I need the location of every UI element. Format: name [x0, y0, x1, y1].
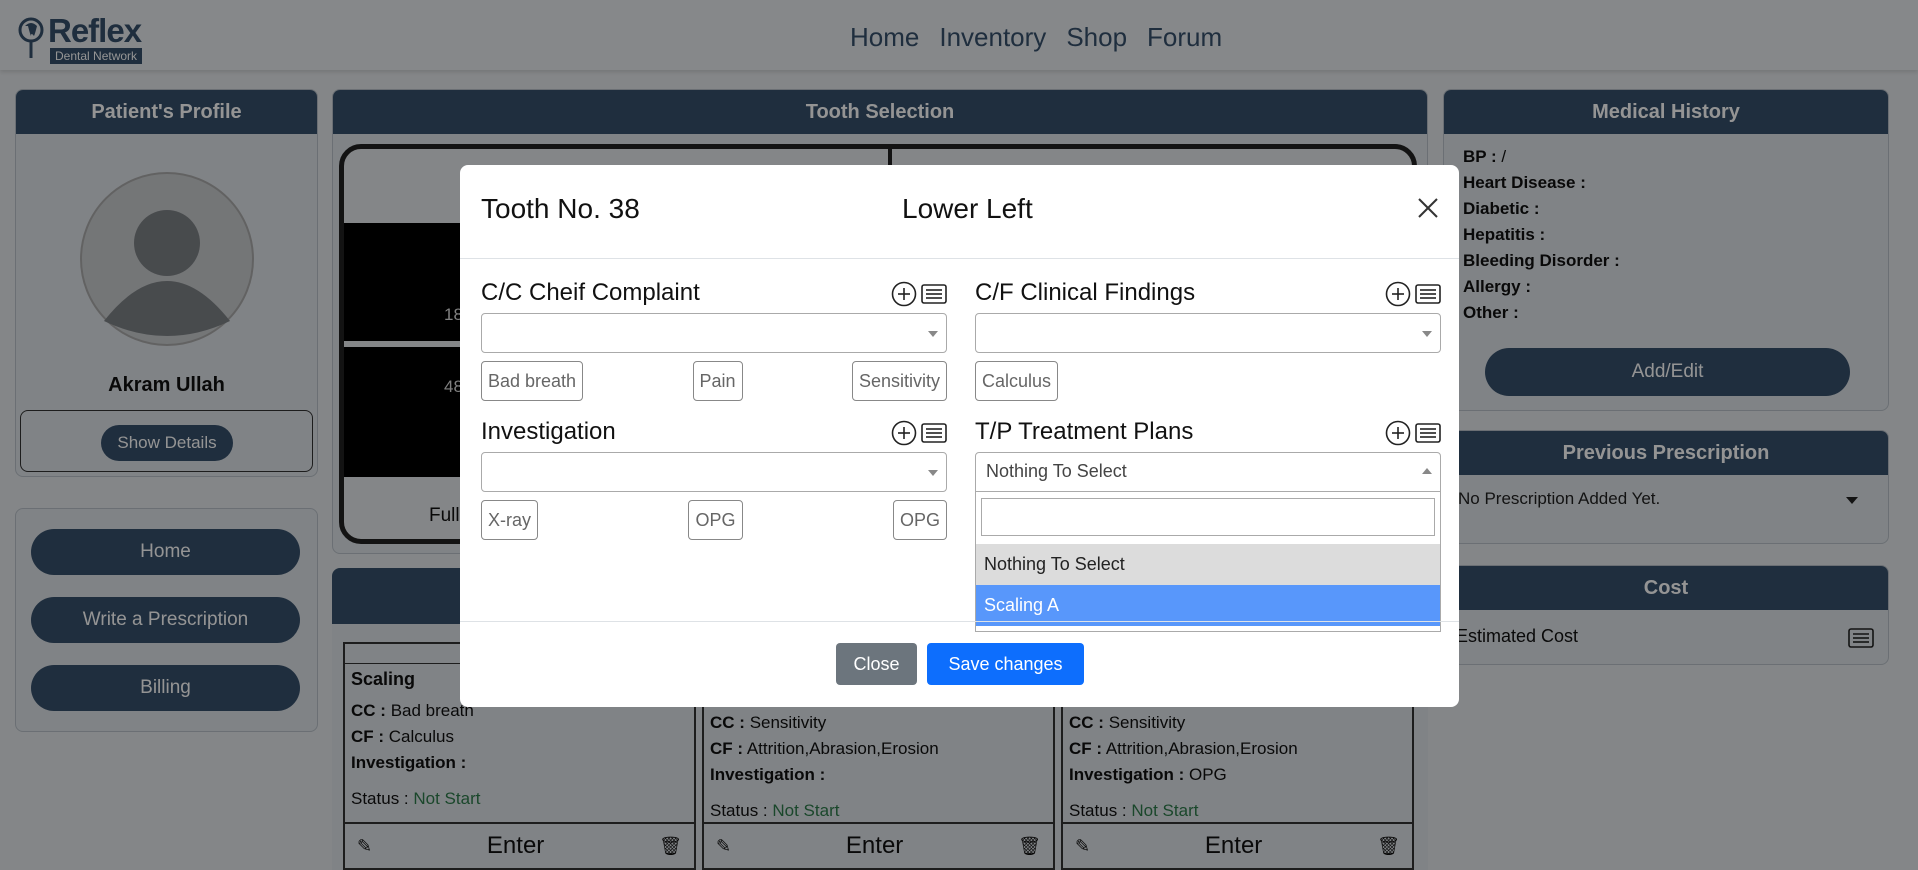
list-icon[interactable] [1415, 284, 1441, 304]
clinical-findings-title: C/F Clinical Findings [975, 279, 1196, 306]
clinical-findings-actions [1385, 281, 1441, 307]
clinical-findings-section: C/F Clinical Findings Calculus [975, 279, 1441, 409]
chief-complaint-title: C/C Cheif Complaint [481, 279, 700, 306]
add-circle-icon[interactable] [891, 420, 917, 446]
treatment-plans-dropdown: Nothing To Select Scaling A [975, 492, 1441, 632]
chip-opg[interactable]: OPG [892, 500, 947, 540]
dropdown-option-highlighted[interactable]: Scaling A [976, 585, 1440, 626]
add-circle-icon[interactable] [1385, 281, 1411, 307]
chief-complaint-actions [891, 281, 947, 307]
chief-complaint-select[interactable] [481, 313, 947, 353]
caret-up-icon [1422, 468, 1432, 474]
chief-complaint-section: C/C Cheif Complaint Bad breath Pain Sens… [481, 279, 947, 409]
chip-calculus[interactable]: Calculus [975, 361, 1059, 401]
caret-down-icon [1422, 331, 1432, 337]
treatment-plans-section: T/P Treatment Plans Nothing To Select No… [975, 418, 1441, 638]
list-icon[interactable] [1415, 423, 1441, 443]
modal-title: Tooth No. 38 [481, 193, 640, 224]
chief-complaint-chips: Bad breath Pain Sensitivity [481, 361, 947, 401]
treatment-plans-select[interactable]: Nothing To Select [975, 452, 1441, 492]
chip-opg[interactable]: OPG [688, 500, 743, 540]
dropdown-option[interactable]: Nothing To Select [976, 544, 1440, 585]
treatment-plans-actions [1385, 420, 1441, 446]
save-changes-button[interactable]: Save changes [927, 643, 1084, 685]
investigation-section: Investigation X-ray OPG OPG [481, 418, 947, 548]
treatment-plans-selected: Nothing To Select [986, 461, 1127, 481]
add-circle-icon[interactable] [891, 281, 917, 307]
list-icon[interactable] [921, 423, 947, 443]
investigation-chips: X-ray OPG OPG [481, 500, 947, 540]
modal-region: Lower Left [902, 193, 1033, 224]
investigation-select[interactable] [481, 452, 947, 492]
caret-down-icon [928, 470, 938, 476]
close-icon[interactable] [1417, 197, 1439, 219]
treatment-plans-title: T/P Treatment Plans [975, 418, 1194, 445]
clinical-findings-chips: Calculus [975, 361, 1441, 401]
modal-footer: Close Save changes [460, 621, 1459, 707]
caret-down-icon [928, 331, 938, 337]
modal-header: Tooth No. 38 Lower Left [460, 165, 1459, 259]
tooth-modal: Tooth No. 38 Lower Left C/C Cheif Compla… [460, 165, 1459, 707]
investigation-title: Investigation [481, 418, 616, 445]
list-icon[interactable] [921, 284, 947, 304]
add-circle-icon[interactable] [1385, 420, 1411, 446]
close-button[interactable]: Close [836, 643, 917, 685]
chip-sensitivity[interactable]: Sensitivity [851, 361, 947, 401]
clinical-findings-select[interactable] [975, 313, 1441, 353]
investigation-actions [891, 420, 947, 446]
treatment-plans-search-input[interactable] [981, 498, 1435, 536]
chip-pain[interactable]: Pain [692, 361, 743, 401]
chip-bad-breath[interactable]: Bad breath [481, 361, 584, 401]
chip-x-ray[interactable]: X-ray [481, 500, 539, 540]
